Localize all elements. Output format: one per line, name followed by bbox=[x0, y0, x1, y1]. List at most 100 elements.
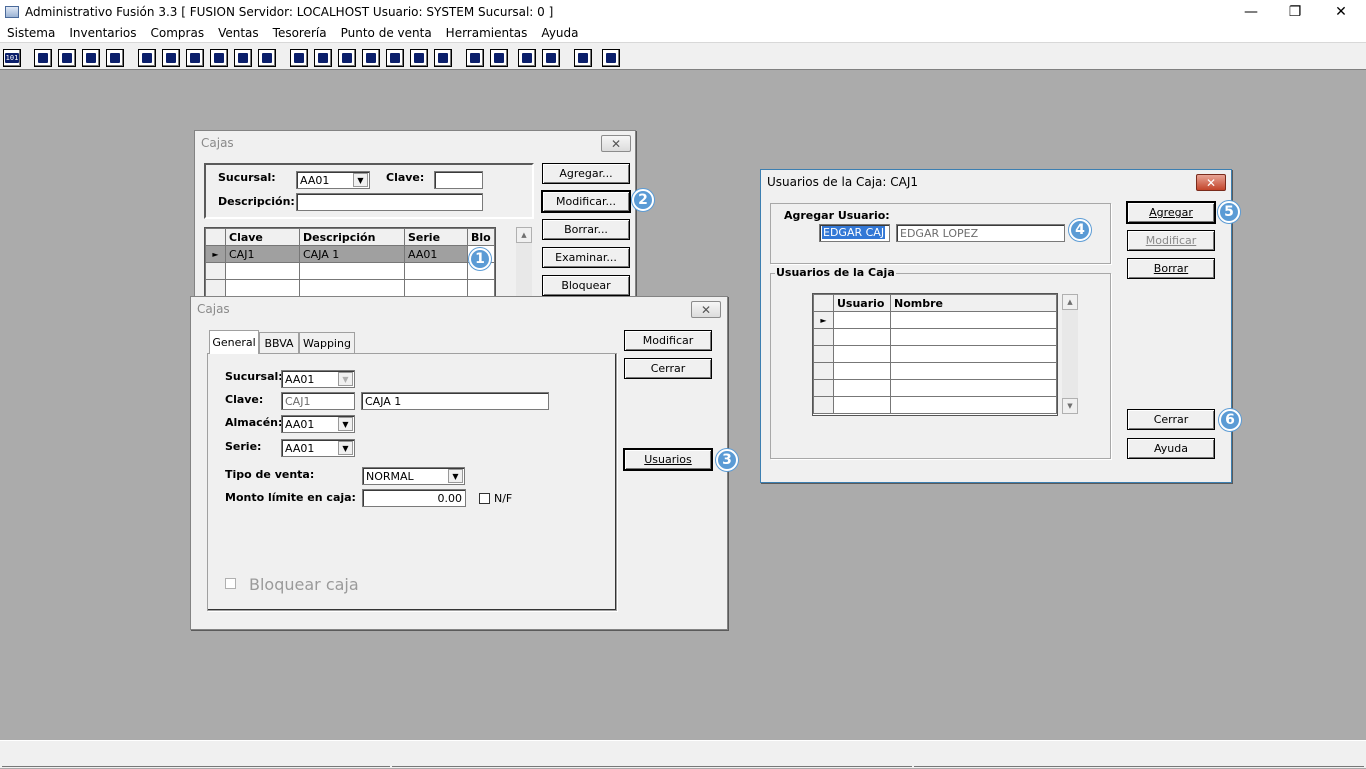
borrar-caja-button[interactable]: Borrar... bbox=[542, 219, 630, 240]
table-row[interactable] bbox=[813, 345, 1057, 363]
clave-input[interactable] bbox=[434, 171, 483, 189]
app-icon bbox=[5, 5, 19, 18]
table-row[interactable] bbox=[813, 379, 1057, 397]
toolbar-table-icon[interactable] bbox=[434, 49, 452, 67]
edit-clave-label: Clave: bbox=[225, 393, 264, 406]
restore-button[interactable]: ❐ bbox=[1272, 0, 1318, 23]
tab-wapping[interactable]: Wapping bbox=[299, 332, 355, 354]
tab-general[interactable]: General bbox=[209, 330, 259, 354]
toolbar-folder-icon[interactable] bbox=[162, 49, 180, 67]
toolbar-export-icon[interactable] bbox=[338, 49, 356, 67]
toolbar-undo-icon[interactable] bbox=[542, 49, 560, 67]
agregar-caja-button[interactable]: Agregar... bbox=[542, 163, 630, 184]
table-row[interactable] bbox=[813, 396, 1057, 414]
minimize-button[interactable]: — bbox=[1228, 0, 1274, 23]
modificar-caja-button[interactable]: Modificar... bbox=[542, 191, 630, 212]
column-nombre[interactable]: Nombre bbox=[890, 294, 1057, 312]
step-badge-3: 3 bbox=[716, 449, 738, 471]
toolbar-back-icon[interactable] bbox=[574, 49, 592, 67]
toolbar-box-icon[interactable] bbox=[314, 49, 332, 67]
chevron-down-icon[interactable]: ▼ bbox=[338, 417, 353, 431]
menu-inventarios[interactable]: Inventarios bbox=[62, 26, 143, 40]
tipo-venta-combo[interactable]: NORMAL ▼ bbox=[362, 467, 465, 485]
toolbar-document-icon[interactable] bbox=[234, 49, 252, 67]
column-usuario[interactable]: Usuario bbox=[833, 294, 891, 312]
tab-bbva[interactable]: BBVA bbox=[259, 332, 299, 354]
sucursal-combo[interactable]: AA01 ▼ bbox=[296, 171, 370, 189]
toolbar-clipboard-icon[interactable] bbox=[58, 49, 76, 67]
serie-combo[interactable]: AA01 ▼ bbox=[281, 439, 355, 457]
column-blo[interactable]: Blo bbox=[467, 228, 495, 246]
nf-label: N/F bbox=[494, 492, 513, 505]
chevron-down-icon[interactable]: ▼ bbox=[338, 441, 353, 455]
scroll-down-icon[interactable]: ▼ bbox=[1062, 398, 1078, 414]
menu-sistema[interactable]: Sistema bbox=[0, 26, 62, 40]
menu-ventas[interactable]: Ventas bbox=[211, 26, 266, 40]
edit-descripcion-input[interactable]: CAJA 1 bbox=[361, 392, 549, 410]
usuario-input[interactable]: EDGAR CAJ bbox=[819, 224, 890, 242]
cerrar-usuarios-button[interactable]: Cerrar bbox=[1127, 409, 1215, 430]
toolbar-list-icon[interactable] bbox=[258, 49, 276, 67]
usuarios-grid-scrollbar[interactable]: ▲ ▼ bbox=[1062, 294, 1078, 414]
cajas-edit-close-icon[interactable]: ✕ bbox=[691, 301, 721, 318]
monto-limite-input[interactable]: 0.00 bbox=[362, 489, 466, 507]
scroll-up-icon[interactable]: ▲ bbox=[1062, 294, 1078, 310]
column-descripcion[interactable]: Descripción bbox=[299, 228, 405, 246]
agregar-usuario-button[interactable]: Agregar bbox=[1127, 202, 1215, 223]
toolbar-home-icon[interactable] bbox=[466, 49, 484, 67]
menu-ayuda[interactable]: Ayuda bbox=[534, 26, 585, 40]
usuarios-button[interactable]: Usuarios bbox=[624, 449, 712, 470]
column-clave[interactable]: Clave bbox=[225, 228, 300, 246]
usuarios-grid[interactable]: Usuario Nombre ► bbox=[812, 293, 1058, 416]
menu-bar: Sistema Inventarios Compras Ventas Tesor… bbox=[0, 23, 1366, 42]
cajas-grid-scrollbar[interactable]: ▲ bbox=[516, 227, 532, 299]
toolbar-money-icon[interactable] bbox=[386, 49, 404, 67]
cajas-list-close-icon[interactable]: ✕ bbox=[601, 135, 631, 152]
cerrar-edit-button[interactable]: Cerrar bbox=[624, 358, 712, 379]
scroll-up-icon[interactable]: ▲ bbox=[516, 227, 532, 243]
toolbar-refresh-icon[interactable] bbox=[518, 49, 536, 67]
toolbar-help-icon[interactable] bbox=[602, 49, 620, 67]
chevron-down-icon[interactable]: ▼ bbox=[353, 173, 368, 187]
toolbar-add-icon[interactable] bbox=[362, 49, 380, 67]
toolbar-person-icon[interactable] bbox=[138, 49, 156, 67]
toolbar-zoom-icon[interactable] bbox=[490, 49, 508, 67]
menu-herramientas[interactable]: Herramientas bbox=[439, 26, 535, 40]
table-row[interactable] bbox=[813, 328, 1057, 346]
menu-punto-de-venta[interactable]: Punto de venta bbox=[334, 26, 439, 40]
toolbar-report-icon[interactable] bbox=[410, 49, 428, 67]
descripcion-input[interactable] bbox=[296, 193, 483, 211]
table-row[interactable]: ► bbox=[813, 311, 1057, 329]
borrar-usuario-button[interactable]: Borrar bbox=[1127, 258, 1215, 279]
modificar-button[interactable]: Modificar bbox=[624, 330, 712, 351]
sucursal-label: Sucursal: bbox=[218, 171, 276, 184]
column-serie[interactable]: Serie bbox=[404, 228, 468, 246]
row-pointer-icon: ► bbox=[205, 245, 226, 263]
bloquear-caja-button[interactable]: Bloquear bbox=[542, 275, 630, 296]
almacen-label: Almacén: bbox=[225, 416, 283, 429]
toolbar-transfer-icon[interactable] bbox=[82, 49, 100, 67]
chevron-down-icon[interactable]: ▼ bbox=[448, 469, 463, 483]
cajas-grid[interactable]: Clave Descripción Serie Blo ► CAJ1 CAJA … bbox=[204, 227, 496, 299]
menu-compras[interactable]: Compras bbox=[144, 26, 212, 40]
step-badge-2: 2 bbox=[632, 189, 654, 211]
nf-checkbox[interactable] bbox=[479, 493, 490, 504]
usuarios-caja-close-icon[interactable]: ✕ bbox=[1196, 174, 1226, 191]
toolbar-print-icon[interactable] bbox=[210, 49, 228, 67]
table-row[interactable] bbox=[205, 262, 495, 280]
cajas-list-window: Cajas ✕ Sucursal: AA01 ▼ Clave: Descripc… bbox=[194, 130, 636, 300]
toolbar-import-icon[interactable] bbox=[186, 49, 204, 67]
table-row[interactable]: ► CAJ1 CAJA 1 AA01 bbox=[205, 245, 495, 263]
toolbar-101-icon[interactable]: 101 bbox=[3, 49, 21, 67]
examinar-caja-button[interactable]: Examinar... bbox=[542, 247, 630, 268]
step-badge-4: 4 bbox=[1069, 219, 1091, 241]
toolbar-search-icon[interactable] bbox=[106, 49, 124, 67]
close-app-button[interactable]: ✕ bbox=[1318, 0, 1364, 23]
toolbar-users-icon[interactable] bbox=[290, 49, 308, 67]
table-row[interactable] bbox=[813, 362, 1057, 380]
table-row[interactable] bbox=[205, 279, 495, 297]
menu-tesoreria[interactable]: Tesorería bbox=[266, 26, 334, 40]
almacen-combo[interactable]: AA01 ▼ bbox=[281, 415, 355, 433]
toolbar-window-icon[interactable] bbox=[34, 49, 52, 67]
ayuda-button[interactable]: Ayuda bbox=[1127, 438, 1215, 459]
